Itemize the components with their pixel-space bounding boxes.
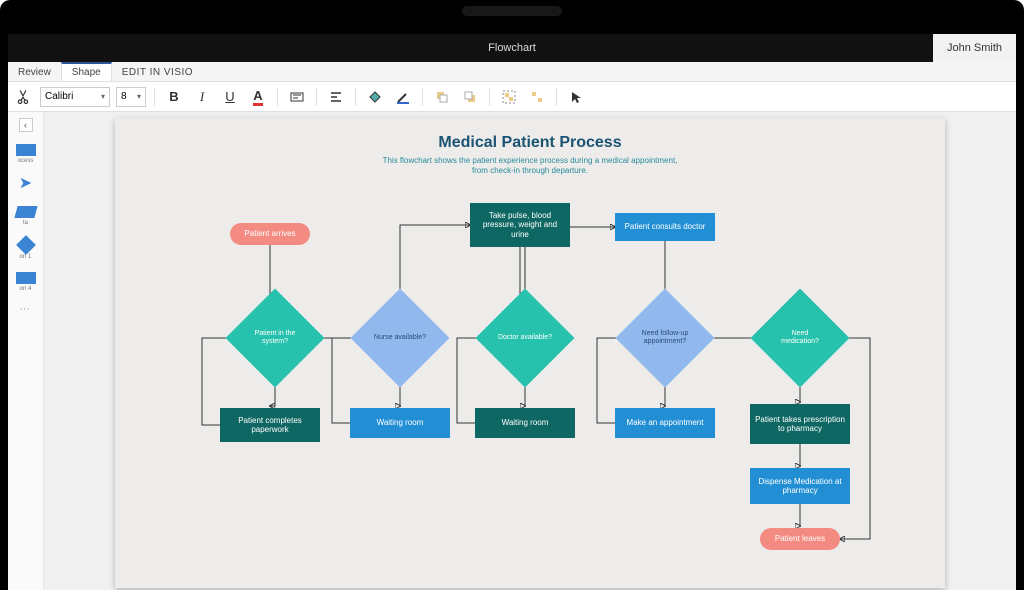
flowchart-node-paper[interactable]: Patient completes paperwork xyxy=(220,408,320,442)
toolbar-separator xyxy=(154,88,155,106)
flowchart-node-pulse[interactable]: Take pulse, blood pressure, weight and u… xyxy=(470,203,570,247)
tab-shape[interactable]: Shape xyxy=(61,62,112,81)
formatting-toolbar: Calibri▾ 8▾ B I U A xyxy=(8,82,1016,112)
send-back-icon[interactable] xyxy=(459,86,481,108)
pointer-tool-icon[interactable] xyxy=(565,86,587,108)
device-notch xyxy=(462,6,562,16)
stencil-label: ta xyxy=(23,220,28,226)
bring-front-icon[interactable] xyxy=(431,86,453,108)
underline-button[interactable]: U xyxy=(219,86,241,108)
text-box-icon[interactable] xyxy=(286,86,308,108)
ungroup-icon[interactable] xyxy=(526,86,548,108)
title-bar: Flowchart John Smith xyxy=(8,34,1016,62)
group-icon[interactable] xyxy=(498,86,520,108)
drawing-page[interactable]: Medical Patient Process This flowchart s… xyxy=(115,118,945,588)
bold-button[interactable]: B xyxy=(163,86,185,108)
flowchart-decision-d5[interactable]: Need medication? xyxy=(765,303,835,373)
flowchart-decision-d4[interactable]: Need follow-up appointment? xyxy=(630,303,700,373)
line-color-icon[interactable] xyxy=(392,86,414,108)
stencil-label: on 4 xyxy=(20,286,32,292)
shape-stencil-arrow[interactable]: ➤ xyxy=(15,176,37,194)
flowchart-decision-d3[interactable]: Doctor available? xyxy=(490,303,560,373)
tab-edit-in-visio[interactable]: EDIT IN VISIO xyxy=(112,64,203,81)
italic-button[interactable]: I xyxy=(191,86,213,108)
align-left-icon[interactable] xyxy=(325,86,347,108)
flowchart-node-start[interactable]: Patient arrives xyxy=(230,223,310,245)
flowchart-node-appt[interactable]: Make an appointment xyxy=(615,408,715,438)
font-size-select[interactable]: 8▾ xyxy=(116,87,146,107)
fill-color-icon[interactable] xyxy=(364,86,386,108)
toolbar-separator xyxy=(355,88,356,106)
font-name-select[interactable]: Calibri ▾ xyxy=(40,87,110,107)
user-account-chip[interactable]: John Smith xyxy=(933,34,1016,62)
toolbar-separator xyxy=(422,88,423,106)
document-title: Flowchart xyxy=(488,42,536,54)
shapes-panel: ‹ ocess ➤ ta on 1 on 4 ⋯ xyxy=(8,112,44,590)
shape-stencil-decision[interactable]: on 1 xyxy=(15,238,37,260)
flowchart-decision-d1[interactable]: Patient in the system? xyxy=(240,303,310,373)
shape-stencil-process-alt[interactable]: on 4 xyxy=(15,272,37,292)
chevron-down-icon: ▾ xyxy=(137,92,141,101)
flowchart-decision-d2[interactable]: Nurse available? xyxy=(365,303,435,373)
flowchart-node-wait2[interactable]: Waiting room xyxy=(475,408,575,438)
toolbar-separator xyxy=(556,88,557,106)
toolbar-separator xyxy=(489,88,490,106)
shape-stencil-process[interactable]: ocess xyxy=(15,144,37,164)
ribbon-tab-strip: Review Shape EDIT IN VISIO xyxy=(8,62,1016,82)
toolbar-separator xyxy=(316,88,317,106)
stencil-label: ocess xyxy=(18,158,34,164)
device-frame: Flowchart John Smith Review Shape EDIT I… xyxy=(0,0,1024,590)
font-color-icon[interactable]: A xyxy=(247,86,269,108)
font-name-value: Calibri xyxy=(45,91,73,102)
canvas-area[interactable]: Medical Patient Process This flowchart s… xyxy=(44,112,1016,590)
font-size-value: 8 xyxy=(121,91,127,102)
cut-icon[interactable] xyxy=(12,86,34,108)
flowchart-node-wait1[interactable]: Waiting room xyxy=(350,408,450,438)
panel-collapse-button[interactable]: ‹ xyxy=(19,118,33,132)
tab-review[interactable]: Review xyxy=(8,64,61,81)
more-stencils-icon[interactable]: ⋯ xyxy=(20,304,32,315)
flowchart-node-consult[interactable]: Patient consults doctor xyxy=(615,213,715,241)
chevron-down-icon: ▾ xyxy=(101,92,105,101)
flowchart-node-end[interactable]: Patient leaves xyxy=(760,528,840,550)
workspace: ‹ ocess ➤ ta on 1 on 4 ⋯ Medical Patient… xyxy=(8,112,1016,590)
flowchart-node-disp[interactable]: Dispense Medication at pharmacy xyxy=(750,468,850,504)
shape-stencil-data[interactable]: ta xyxy=(15,206,37,226)
toolbar-separator xyxy=(277,88,278,106)
app-window: Flowchart John Smith Review Shape EDIT I… xyxy=(8,34,1016,590)
flowchart-node-presc[interactable]: Patient takes prescription to pharmacy xyxy=(750,404,850,444)
